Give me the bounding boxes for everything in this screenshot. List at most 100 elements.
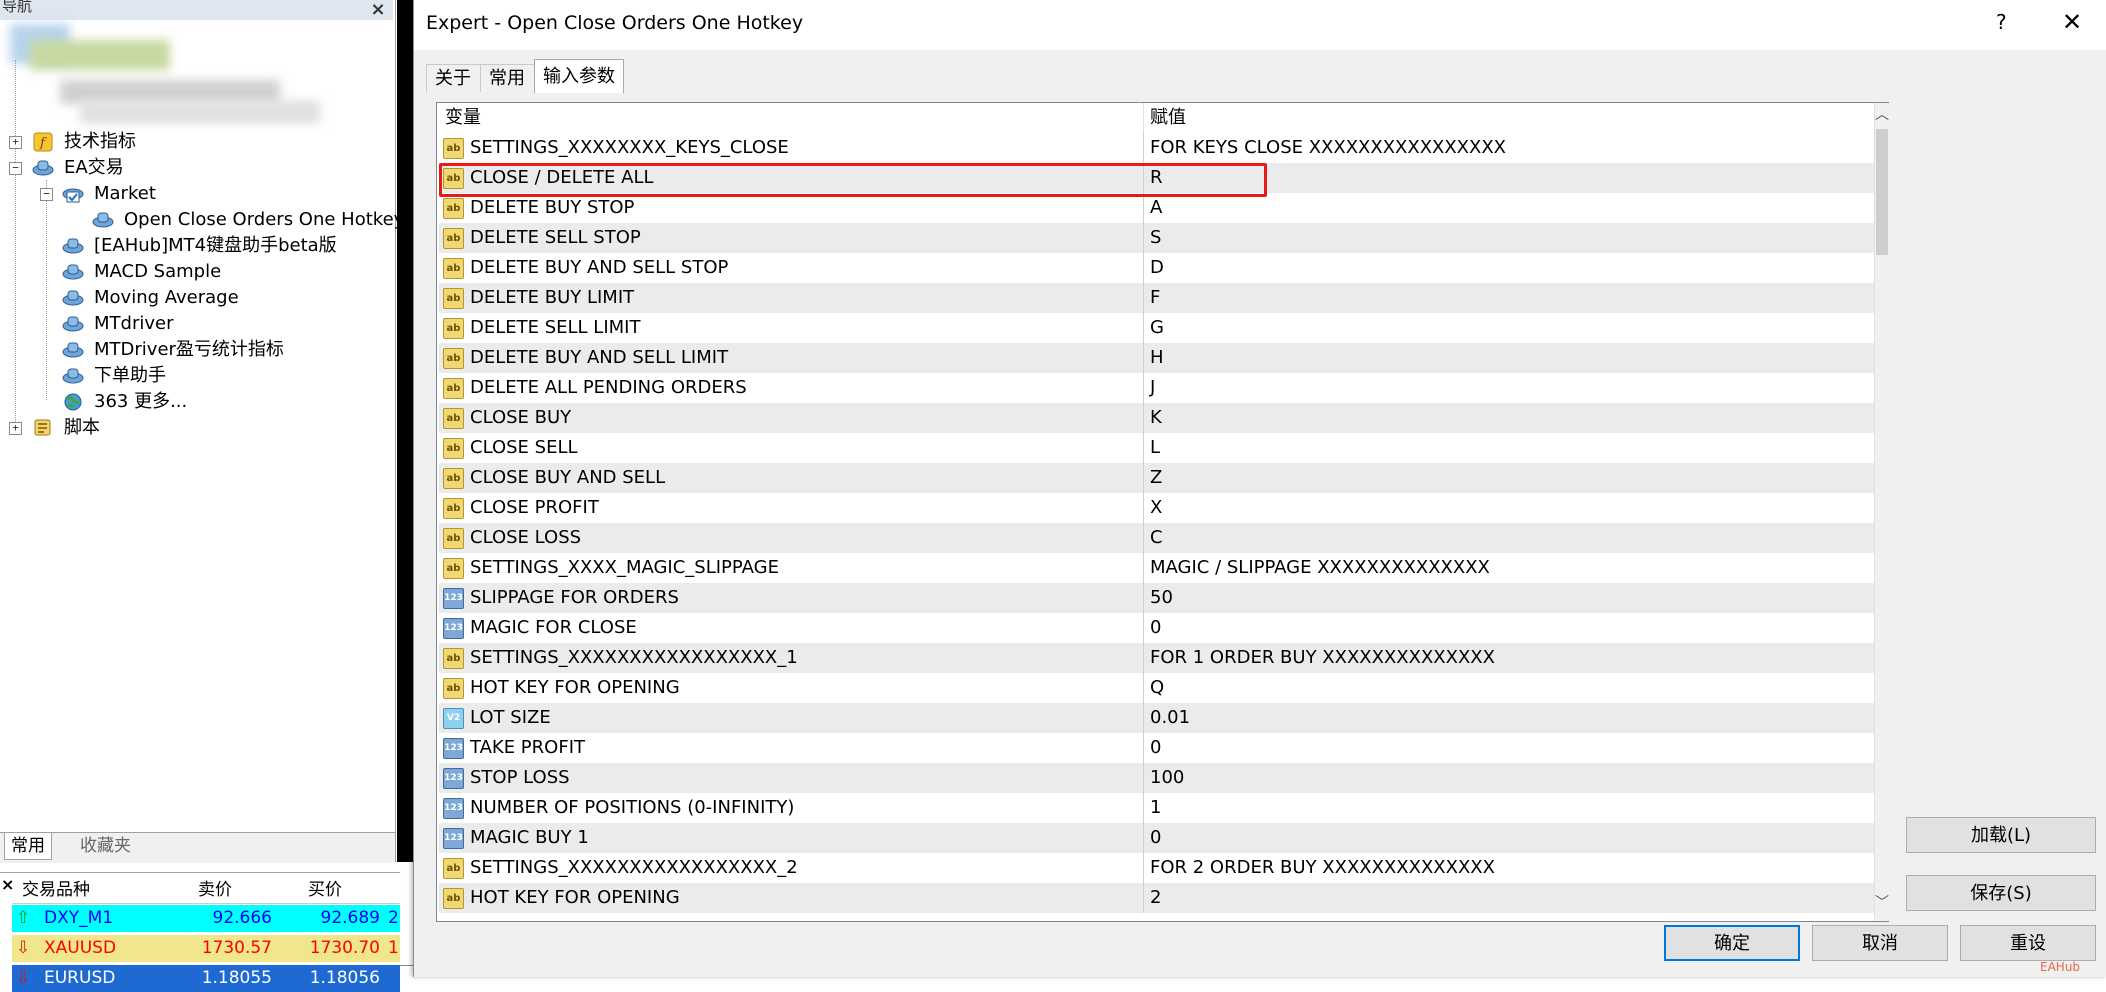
parameter-value[interactable]: 0 (1150, 823, 1161, 853)
scroll-up-icon[interactable]: ︿ (1875, 105, 1889, 125)
parameter-row[interactable]: ab CLOSE BUY K (439, 403, 1875, 433)
tab-common[interactable]: 常用 (4, 833, 52, 860)
tree-item-moving-average[interactable]: Moving Average (0, 285, 390, 311)
tree-item-scripts[interactable]: + 脚本 (0, 415, 390, 441)
vertical-scrollbar[interactable]: ︿ ﹀ (1874, 103, 1889, 921)
parameter-value[interactable]: 0 (1150, 613, 1161, 643)
save-button[interactable]: 保存(S) (1906, 875, 2096, 911)
parameter-value[interactable]: 1 (1150, 793, 1161, 823)
tree-item-market[interactable]: − Market (0, 181, 390, 207)
parameter-row[interactable]: ab DELETE BUY AND SELL STOP D (439, 253, 1875, 283)
parameter-row[interactable]: ab CLOSE PROFIT X (439, 493, 1875, 523)
market-watch-row[interactable]: ⇩ EURUSD 1.18055 1.18056 (12, 965, 400, 992)
collapse-icon[interactable]: − (40, 188, 53, 201)
parameter-row[interactable]: ab SETTINGS_XXXXXXXXXXXXXXXXX_2 FOR 2 ORDE… (439, 853, 1875, 883)
tree-item-open-close-orders[interactable]: Open Close Orders One Hotkey (0, 207, 404, 233)
parameter-row[interactable]: ab DELETE BUY LIMIT F (439, 283, 1875, 313)
ok-button[interactable]: 确定 (1664, 925, 1800, 961)
scroll-thumb[interactable] (1876, 129, 1888, 255)
tree-item-experts[interactable]: − EA交易 (0, 155, 390, 181)
help-button[interactable]: ? (1996, 10, 2007, 34)
parameter-value[interactable]: 100 (1150, 763, 1184, 793)
scroll-down-icon[interactable]: ﹀ (1875, 893, 1889, 913)
parameter-row[interactable]: V2 LOT SIZE 0.01 (439, 703, 1875, 733)
reset-button[interactable]: 重设 (1960, 925, 2096, 961)
tab-favorites[interactable]: 收藏夹 (74, 833, 137, 859)
parameter-value[interactable]: FOR 1 ORDER BUY XXXXXXXXXXXXXX (1150, 643, 1495, 673)
collapse-icon[interactable]: − (9, 162, 22, 175)
parameter-value[interactable]: FOR KEYS CLOSE XXXXXXXXXXXXXXXX (1150, 133, 1506, 163)
close-button[interactable]: ✕ (2062, 8, 2082, 36)
tree-item-more[interactable]: 363 更多... (0, 389, 390, 415)
parameter-value[interactable]: FOR 2 ORDER BUY XXXXXXXXXXXXXX (1150, 853, 1495, 883)
parameter-row[interactable]: ab CLOSE LOSS C (439, 523, 1875, 553)
integer-type-icon: 123 (443, 738, 464, 759)
load-button[interactable]: 加载(L) (1906, 817, 2096, 853)
parameter-row[interactable]: ab DELETE SELL STOP S (439, 223, 1875, 253)
tree-item-order-helper[interactable]: 下单助手 (0, 363, 390, 389)
tab-inputs[interactable]: 输入参数 (534, 59, 624, 93)
parameter-row[interactable]: 123 TAKE PROFIT 0 (439, 733, 1875, 763)
tree-item-indicators[interactable]: + f 技术指标 (0, 129, 390, 155)
column-variable[interactable]: 变量 (445, 103, 481, 133)
tree-label: 下单助手 (94, 365, 166, 386)
parameter-row[interactable]: ab HOT KEY FOR OPENING 2 (439, 883, 1875, 913)
parameter-row[interactable]: 123 STOP LOSS 100 (439, 763, 1875, 793)
parameter-row[interactable]: ab SETTINGS_XXXX_MAGIC_SLIPPAGE MAGIC / SL… (439, 553, 1875, 583)
parameter-value[interactable]: J (1150, 373, 1155, 403)
cancel-button[interactable]: 取消 (1812, 925, 1948, 961)
parameter-name: CLOSE BUY AND SELL (470, 467, 666, 488)
parameter-row[interactable]: ab DELETE SELL LIMIT G (439, 313, 1875, 343)
parameter-row[interactable]: ab HOT KEY FOR OPENING Q (439, 673, 1875, 703)
parameter-row[interactable]: ab DELETE BUY AND SELL LIMIT H (439, 343, 1875, 373)
parameter-value[interactable]: A (1150, 193, 1162, 223)
parameter-row[interactable]: 123 MAGIC FOR CLOSE 0 (439, 613, 1875, 643)
parameter-row[interactable]: ab CLOSE BUY AND SELL Z (439, 463, 1875, 493)
column-ask[interactable]: 买价 (308, 877, 342, 903)
parameter-value[interactable]: C (1150, 523, 1163, 553)
tree-item-mtdriver-stats[interactable]: MTDriver盈亏统计指标 (0, 337, 390, 363)
parameter-value[interactable]: 50 (1150, 583, 1173, 613)
parameter-row[interactable]: ab CLOSE / DELETE ALL R (439, 163, 1875, 193)
tree-item-mtdriver[interactable]: MTdriver (0, 311, 390, 337)
parameter-value[interactable]: F (1150, 283, 1160, 313)
parameter-row[interactable]: ab DELETE BUY STOP A (439, 193, 1875, 223)
expand-icon[interactable]: + (9, 136, 22, 149)
column-separator[interactable] (1143, 103, 1144, 133)
parameter-value[interactable]: X (1150, 493, 1162, 523)
parameter-value[interactable]: S (1150, 223, 1161, 253)
parameter-value[interactable]: 0 (1150, 733, 1161, 763)
column-value[interactable]: 赋值 (1150, 103, 1186, 133)
parameter-value[interactable]: Q (1150, 673, 1164, 703)
parameter-value[interactable]: Z (1150, 463, 1162, 493)
column-symbol[interactable]: 交易品种 (22, 877, 90, 903)
tree-item-macd[interactable]: MACD Sample (0, 259, 390, 285)
string-type-icon: ab (443, 558, 464, 579)
parameter-row[interactable]: ab SETTINGS_XXXXXXXXXXXXXXXXX_1 FOR 1 ORDE… (439, 643, 1875, 673)
tree-item-eahub[interactable]: [EAHub]MT4键盘助手beta版 (0, 233, 390, 259)
parameter-row[interactable]: 123 NUMBER OF POSITIONS (0-INFINITY) 1 (439, 793, 1875, 823)
column-bid[interactable]: 卖价 (198, 877, 232, 903)
parameter-row[interactable]: 123 MAGIC BUY 1 0 (439, 823, 1875, 853)
market-watch-row[interactable]: ⇩ XAUUSD 1730.57 1730.70 1 (12, 935, 400, 962)
expert-hat-icon (62, 316, 84, 332)
tab-about[interactable]: 关于 (426, 64, 482, 92)
globe-icon (64, 393, 82, 411)
parameter-value[interactable]: MAGIC / SLIPPAGE XXXXXXXXXXXXXX (1150, 553, 1490, 583)
parameter-row[interactable]: ab CLOSE SELL L (439, 433, 1875, 463)
parameter-value[interactable]: D (1150, 253, 1164, 283)
parameter-value[interactable]: R (1150, 163, 1163, 193)
market-watch-row[interactable]: ⇧ DXY_M1 92.666 92.689 2 (12, 905, 400, 932)
parameter-value[interactable]: 0.01 (1150, 703, 1190, 733)
navigator-close-icon[interactable]: × (369, 0, 387, 20)
tab-common[interactable]: 常用 (480, 64, 536, 92)
parameter-value[interactable]: K (1150, 403, 1162, 433)
parameter-row[interactable]: ab DELETE ALL PENDING ORDERS J (439, 373, 1875, 403)
parameter-value[interactable]: L (1150, 433, 1160, 463)
parameter-value[interactable]: H (1150, 343, 1164, 373)
parameter-value[interactable]: 2 (1150, 883, 1161, 913)
parameter-row[interactable]: ab SETTINGS_XXXXXXXX_KEYS_CLOSE FOR KEYS C… (439, 133, 1875, 163)
expand-icon[interactable]: + (9, 422, 22, 435)
parameter-row[interactable]: 123 SLIPPAGE FOR ORDERS 50 (439, 583, 1875, 613)
parameter-value[interactable]: G (1150, 313, 1164, 343)
